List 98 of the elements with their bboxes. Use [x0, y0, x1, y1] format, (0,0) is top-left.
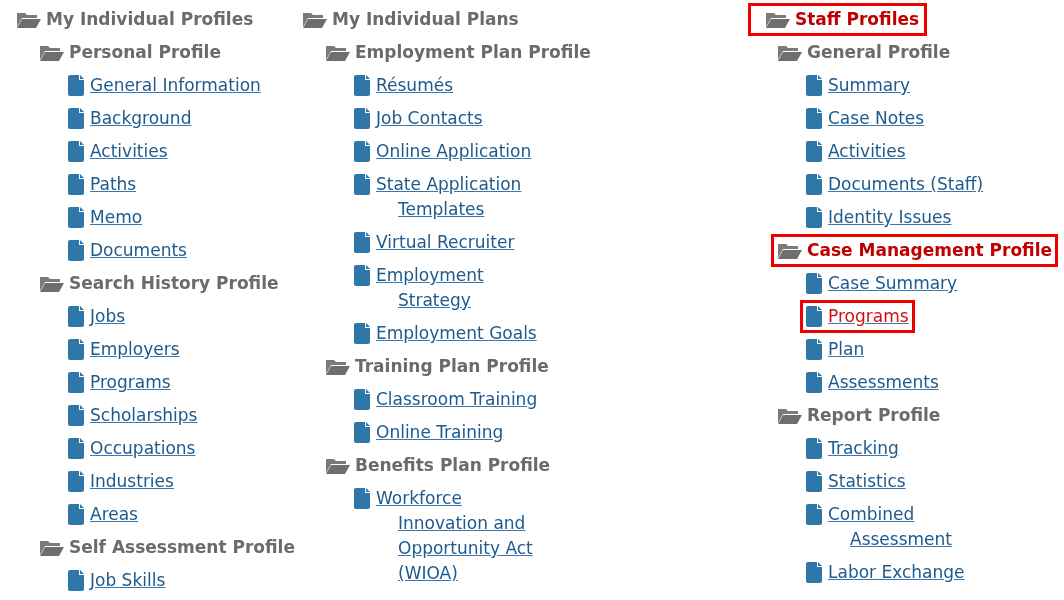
nav-link[interactable]: Job Skills [90, 568, 166, 593]
document-icon [68, 306, 84, 327]
document-icon [354, 174, 370, 195]
folder-label: Staff Profiles [795, 8, 920, 31]
nav-link[interactable]: Case Notes [828, 106, 925, 131]
folder-icon [777, 241, 803, 261]
folder-icon [765, 10, 791, 30]
document-icon [806, 108, 822, 129]
nav-link[interactable]: Identity Issues [828, 205, 952, 230]
folder-icon [302, 10, 328, 30]
document-icon [806, 75, 822, 96]
nav-link[interactable]: Scholarships [90, 403, 198, 428]
nav-link[interactable]: Tracking [828, 436, 899, 461]
nav-link[interactable]: Classroom Training [376, 387, 538, 412]
folder-icon [325, 357, 351, 377]
nav-link[interactable]: Job Contacts [376, 106, 483, 131]
document-icon [806, 471, 822, 492]
nav-link[interactable]: Employment Strategy [376, 263, 484, 313]
nav-link[interactable]: Activities [90, 139, 168, 164]
nav-link[interactable]: Areas [90, 502, 138, 527]
document-icon [354, 488, 370, 509]
document-icon [68, 471, 84, 492]
nav-link[interactable]: Occupations [90, 436, 196, 461]
folder-icon [39, 43, 65, 63]
folder-label: Case Management Profile [807, 239, 1053, 262]
nav-link[interactable]: Employers [90, 337, 180, 362]
nav-link[interactable]: Combined Assessment [828, 502, 952, 552]
document-icon [354, 75, 370, 96]
folder-icon [777, 406, 803, 426]
nav-link[interactable]: General Information [90, 73, 261, 98]
nav-link[interactable]: Summary [828, 73, 911, 98]
folder-label: Training Plan Profile [355, 355, 549, 378]
nav-link[interactable]: Résumés [376, 73, 453, 98]
document-icon [68, 570, 84, 591]
document-icon [806, 141, 822, 162]
nav-link[interactable]: Online Application [376, 139, 532, 164]
document-icon [354, 323, 370, 344]
nav-link[interactable]: Plan [828, 337, 865, 362]
document-icon [68, 108, 84, 129]
nav-link[interactable]: Documents [90, 238, 187, 263]
document-icon [806, 174, 822, 195]
document-icon [806, 273, 822, 294]
nav-link[interactable]: Workforce Innovation and Opportunity Act (WIOA) [376, 486, 533, 586]
folder-icon [325, 456, 351, 476]
nav-link[interactable]: Paths [90, 172, 137, 197]
document-icon [68, 504, 84, 525]
folder-label: Personal Profile [69, 41, 221, 64]
document-icon [68, 438, 84, 459]
document-icon [68, 372, 84, 393]
document-icon [68, 207, 84, 228]
folder-label: My Individual Plans [332, 8, 519, 31]
nav-link[interactable]: Jobs [90, 304, 126, 329]
nav-link[interactable]: Statistics [828, 469, 906, 494]
folder-icon [16, 10, 42, 30]
document-icon [806, 306, 822, 327]
nav-link[interactable]: Industries [90, 469, 174, 494]
document-icon [806, 372, 822, 393]
nav-link[interactable]: Activities [828, 139, 906, 164]
document-icon [68, 141, 84, 162]
document-icon [354, 141, 370, 162]
document-icon [68, 240, 84, 261]
document-icon [68, 405, 84, 426]
nav-link[interactable]: Programs [90, 370, 171, 395]
document-icon [354, 232, 370, 253]
document-icon [806, 207, 822, 228]
folder-label: My Individual Profiles [46, 8, 254, 31]
nav-link[interactable]: Background [90, 106, 192, 131]
folder-label: Search History Profile [69, 272, 279, 295]
folder-icon [325, 43, 351, 63]
document-icon [354, 265, 370, 286]
folder-label: Self Assessment Profile [69, 536, 295, 559]
nav-link[interactable]: State Application Templates [376, 172, 522, 222]
document-icon [68, 75, 84, 96]
nav-link[interactable]: Labor Exchange [828, 560, 965, 585]
document-icon [354, 422, 370, 443]
folder-icon [39, 538, 65, 558]
document-icon [806, 504, 822, 525]
document-icon [806, 562, 822, 583]
nav-link[interactable]: Online Training [376, 420, 504, 445]
folder-icon [777, 43, 803, 63]
document-icon [354, 108, 370, 129]
document-icon [354, 389, 370, 410]
nav-link[interactable]: Programs [828, 304, 909, 329]
nav-link[interactable]: Case Summary [828, 271, 958, 296]
folder-icon [39, 274, 65, 294]
document-icon [806, 339, 822, 360]
nav-link[interactable]: Memo [90, 205, 143, 230]
nav-link[interactable]: Documents (Staff) [828, 172, 984, 197]
folder-label: Employment Plan Profile [355, 41, 591, 64]
nav-link[interactable]: Assessments [828, 370, 939, 395]
folder-label: Report Profile [807, 404, 941, 427]
document-icon [68, 174, 84, 195]
nav-link[interactable]: Virtual Recruiter [376, 230, 515, 255]
nav-link[interactable]: Employment Goals [376, 321, 537, 346]
folder-label: General Profile [807, 41, 951, 64]
document-icon [68, 339, 84, 360]
document-icon [806, 438, 822, 459]
folder-label: Benefits Plan Profile [355, 454, 551, 477]
